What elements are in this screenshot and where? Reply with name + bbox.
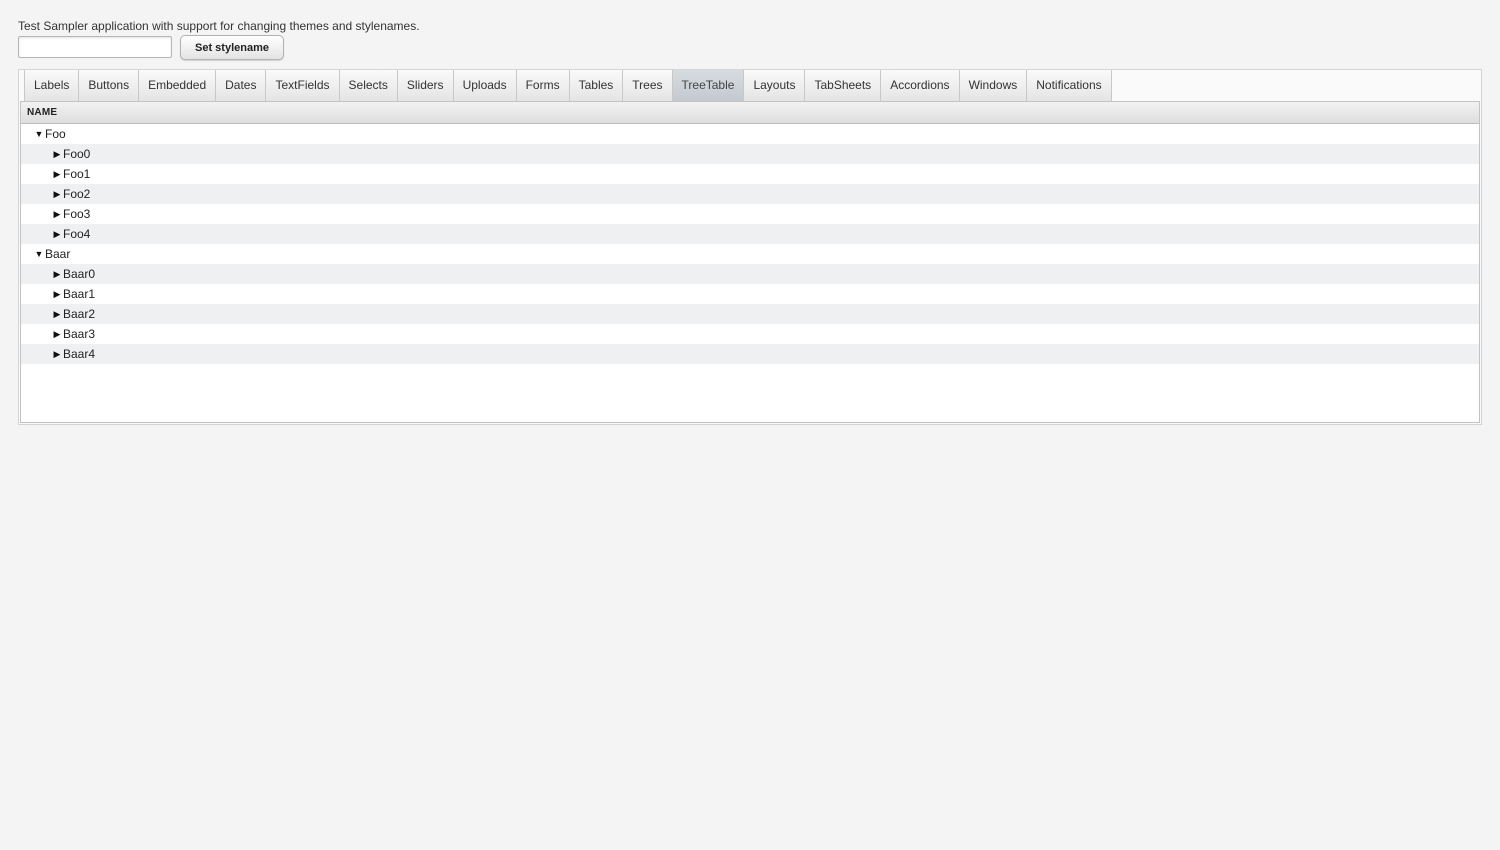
- tree-row-label: Baar4: [63, 347, 96, 361]
- tree-row-label: Baar2: [63, 307, 96, 321]
- collapsed-arrow-icon[interactable]: ▶: [52, 264, 62, 284]
- collapsed-arrow-icon[interactable]: ▶: [52, 204, 62, 224]
- tree-row[interactable]: ▶ Foo4: [21, 224, 1479, 244]
- tree-row-label: Foo4: [63, 227, 91, 241]
- collapsed-arrow-icon[interactable]: ▶: [52, 344, 62, 364]
- tab-accordions[interactable]: Accordions: [880, 70, 959, 101]
- tree-row[interactable]: ▶ Baar3: [21, 324, 1479, 344]
- tab-dates[interactable]: Dates: [215, 70, 266, 101]
- tab-labels[interactable]: Labels: [24, 70, 79, 101]
- tree-row[interactable]: ▶ Baar0: [21, 264, 1479, 284]
- collapsed-arrow-icon[interactable]: ▶: [52, 184, 62, 204]
- tree-row[interactable]: ▶ Foo1: [21, 164, 1479, 184]
- tree-row-label: Foo3: [63, 207, 91, 221]
- tab-embedded[interactable]: Embedded: [138, 70, 216, 101]
- tree-row-label: Foo1: [63, 167, 91, 181]
- tree-row-label: Baar0: [63, 267, 96, 281]
- tree-row[interactable]: ▶ Foo0: [21, 144, 1479, 164]
- collapsed-arrow-icon[interactable]: ▶: [52, 304, 62, 324]
- tree-row[interactable]: ▶ Baar2: [21, 304, 1479, 324]
- tree-row[interactable]: ▶ Baar1: [21, 284, 1479, 304]
- tree-row-label: Foo: [45, 127, 66, 141]
- tree-row-label: Baar1: [63, 287, 96, 301]
- tree-row[interactable]: ▶ Foo2: [21, 184, 1479, 204]
- intro-text: Test Sampler application with support fo…: [18, 19, 420, 33]
- tab-treetable[interactable]: TreeTable: [671, 70, 744, 101]
- tab-windows[interactable]: Windows: [958, 70, 1027, 101]
- tree-row-label: Baar3: [63, 327, 96, 341]
- collapsed-arrow-icon[interactable]: ▶: [52, 224, 62, 244]
- expanded-arrow-icon[interactable]: ▼: [34, 244, 44, 264]
- tab-bar: Labels Buttons Embedded Dates TextFields…: [24, 70, 1112, 101]
- tree-row[interactable]: ▼ Foo: [21, 124, 1479, 144]
- tab-uploads[interactable]: Uploads: [452, 70, 516, 101]
- tab-textfields[interactable]: TextFields: [265, 70, 339, 101]
- tab-tabsheets[interactable]: TabSheets: [804, 70, 881, 101]
- tabsheet: Labels Buttons Embedded Dates TextFields…: [18, 69, 1482, 425]
- tree-row-label: Baar: [45, 247, 71, 261]
- tree-row-label: Foo2: [63, 187, 91, 201]
- collapsed-arrow-icon[interactable]: ▶: [52, 164, 62, 184]
- tab-selects[interactable]: Selects: [338, 70, 397, 101]
- tab-layouts[interactable]: Layouts: [743, 70, 805, 101]
- collapsed-arrow-icon[interactable]: ▶: [52, 144, 62, 164]
- collapsed-arrow-icon[interactable]: ▶: [52, 324, 62, 344]
- expanded-arrow-icon[interactable]: ▼: [34, 124, 44, 144]
- tab-tables[interactable]: Tables: [568, 70, 623, 101]
- tree-row[interactable]: ▶ Foo3: [21, 204, 1479, 224]
- set-stylename-button[interactable]: Set stylename: [180, 35, 284, 60]
- column-header-name[interactable]: NAME: [21, 102, 1479, 124]
- tree-row[interactable]: ▶ Baar4: [21, 344, 1479, 364]
- tree-table: NAME ▼ Foo ▶ Foo0 ▶ Foo1 ▶ Foo2 ▶ Foo3 ▶…: [20, 101, 1480, 423]
- stylename-input[interactable]: [18, 36, 172, 58]
- collapsed-arrow-icon[interactable]: ▶: [52, 284, 62, 304]
- tree-row-label: Foo0: [63, 147, 91, 161]
- tab-sliders[interactable]: Sliders: [396, 70, 453, 101]
- tab-notifications[interactable]: Notifications: [1026, 70, 1112, 101]
- tab-buttons[interactable]: Buttons: [78, 70, 139, 101]
- tab-trees[interactable]: Trees: [622, 70, 672, 101]
- tree-row[interactable]: ▼ Baar: [21, 244, 1479, 264]
- tab-forms[interactable]: Forms: [515, 70, 569, 101]
